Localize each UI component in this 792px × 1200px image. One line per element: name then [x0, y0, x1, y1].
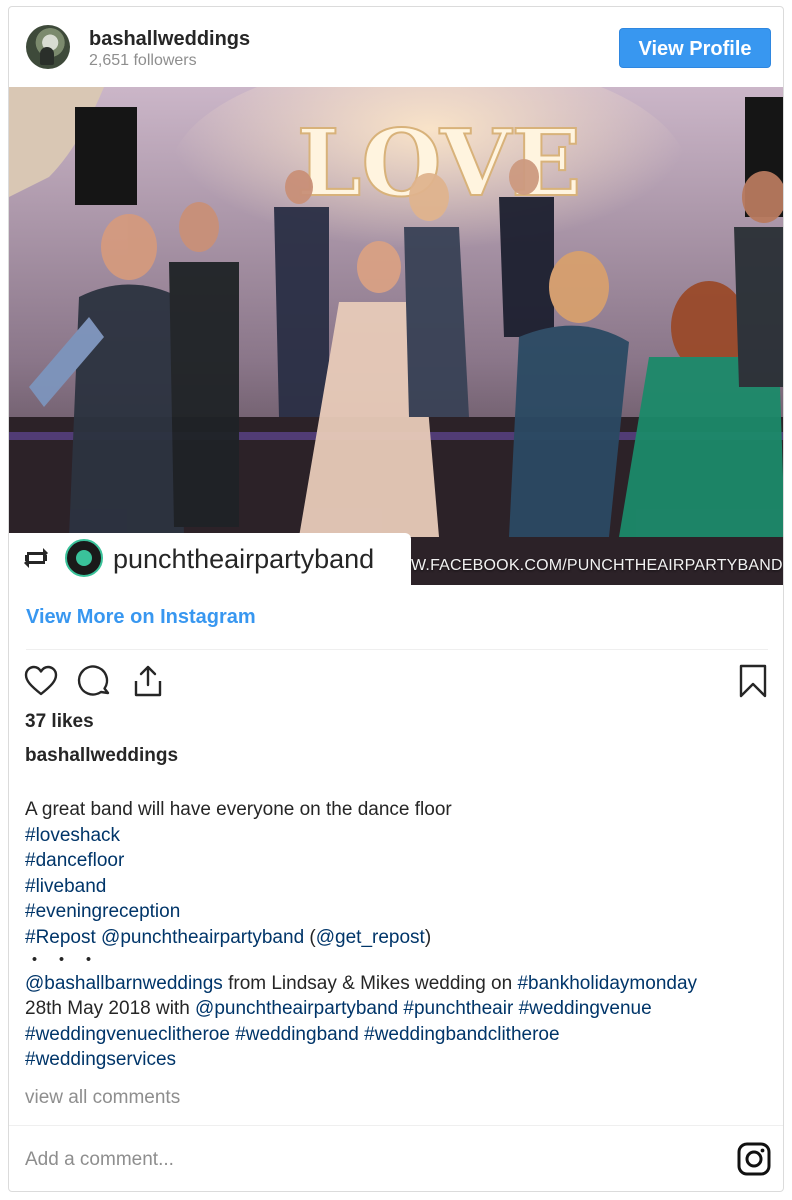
- hashtag-link[interactable]: #weddingvenueclitheroe: [25, 1024, 230, 1045]
- caption-author[interactable]: bashallweddings: [25, 745, 178, 767]
- hashtag-link[interactable]: #weddingband: [235, 1024, 359, 1045]
- caption-line: #liveband: [25, 874, 775, 900]
- photo-watermark: W.FACEBOOK.COM/PUNCHTHEAIRPARTYBAND: [411, 557, 783, 574]
- caption-segment: ・・・: [25, 949, 107, 971]
- post-header: bashallweddings 2,651 followers View Pro…: [9, 7, 783, 87]
- hashtag-link[interactable]: #Repost @punchtheairpartyband: [25, 927, 304, 948]
- bookmark-icon[interactable]: [735, 663, 771, 699]
- caption-line: A great band will have everyone on the d…: [25, 797, 775, 823]
- divider: [9, 1125, 783, 1126]
- caption-line: #dancefloor: [25, 848, 775, 874]
- repost-icon: [24, 548, 48, 568]
- caption-line: ・・・: [25, 949, 775, 971]
- caption-segment: 28th May 2018 with: [25, 998, 196, 1020]
- caption-segment: ): [424, 926, 432, 948]
- hashtag-link[interactable]: #weddingvenue: [519, 998, 652, 1019]
- hashtag-link[interactable]: @punchtheairpartyband: [195, 998, 398, 1019]
- like-count[interactable]: 37 likes: [25, 711, 94, 733]
- caption-segment: (: [304, 926, 316, 948]
- caption-line: #eveningreception: [25, 899, 775, 925]
- hashtag-link[interactable]: @get_repost: [316, 927, 425, 948]
- comment-icon[interactable]: [77, 663, 113, 699]
- view-more-link[interactable]: View More on Instagram: [26, 606, 256, 629]
- heart-icon[interactable]: [23, 663, 59, 699]
- repost-username: punchtheairpartyband: [113, 544, 375, 574]
- caption-line: @bashallbarnweddings from Lindsay & Mike…: [25, 971, 775, 997]
- caption-text: A great band will have everyone on the d…: [25, 797, 775, 1073]
- instagram-icon[interactable]: [736, 1141, 772, 1177]
- share-icon[interactable]: [130, 663, 166, 699]
- hashtag-link[interactable]: #weddingbandclitheroe: [364, 1024, 559, 1045]
- caption-segment: A great band will have everyone on the d…: [25, 799, 452, 820]
- post-photo[interactable]: LOVE W.FACEBOOK.COM/PUNCHTHEAIRPARTYBAND…: [9, 87, 783, 585]
- divider: [26, 649, 768, 650]
- view-profile-button[interactable]: View Profile: [619, 28, 771, 68]
- band-logo-icon: [65, 539, 103, 577]
- hashtag-link[interactable]: #liveband: [25, 876, 106, 897]
- caption-line: 28th May 2018 with @punchtheairpartyband…: [25, 996, 775, 1022]
- username[interactable]: bashallweddings: [89, 28, 250, 51]
- repost-tag[interactable]: punchtheairpartyband: [9, 533, 411, 585]
- hashtag-link[interactable]: @bashallbarnweddings: [25, 973, 223, 994]
- hashtag-link[interactable]: #eveningreception: [25, 901, 180, 922]
- follower-count: 2,651 followers: [89, 52, 197, 69]
- view-all-comments-link[interactable]: view all comments: [25, 1087, 180, 1109]
- avatar[interactable]: [26, 25, 70, 69]
- hashtag-link[interactable]: #loveshack: [25, 825, 120, 846]
- hashtag-link[interactable]: #punchtheair: [403, 998, 513, 1019]
- caption-line: #weddingvenueclitheroe #weddingband #wed…: [25, 1022, 775, 1048]
- hashtag-link[interactable]: #weddingservices: [25, 1049, 176, 1070]
- caption-segment: from Lindsay & Mikes wedding on: [222, 972, 518, 994]
- instagram-embed-card: bashallweddings 2,651 followers View Pro…: [8, 6, 784, 1192]
- hashtag-link[interactable]: #bankholidaymonday: [517, 973, 697, 994]
- caption-line: #loveshack: [25, 823, 775, 849]
- caption-line: #weddingservices: [25, 1047, 775, 1073]
- add-comment-input[interactable]: Add a comment...: [25, 1149, 174, 1171]
- hashtag-link[interactable]: #dancefloor: [25, 850, 124, 871]
- caption-line: #Repost @punchtheairpartyband (@get_repo…: [25, 925, 775, 951]
